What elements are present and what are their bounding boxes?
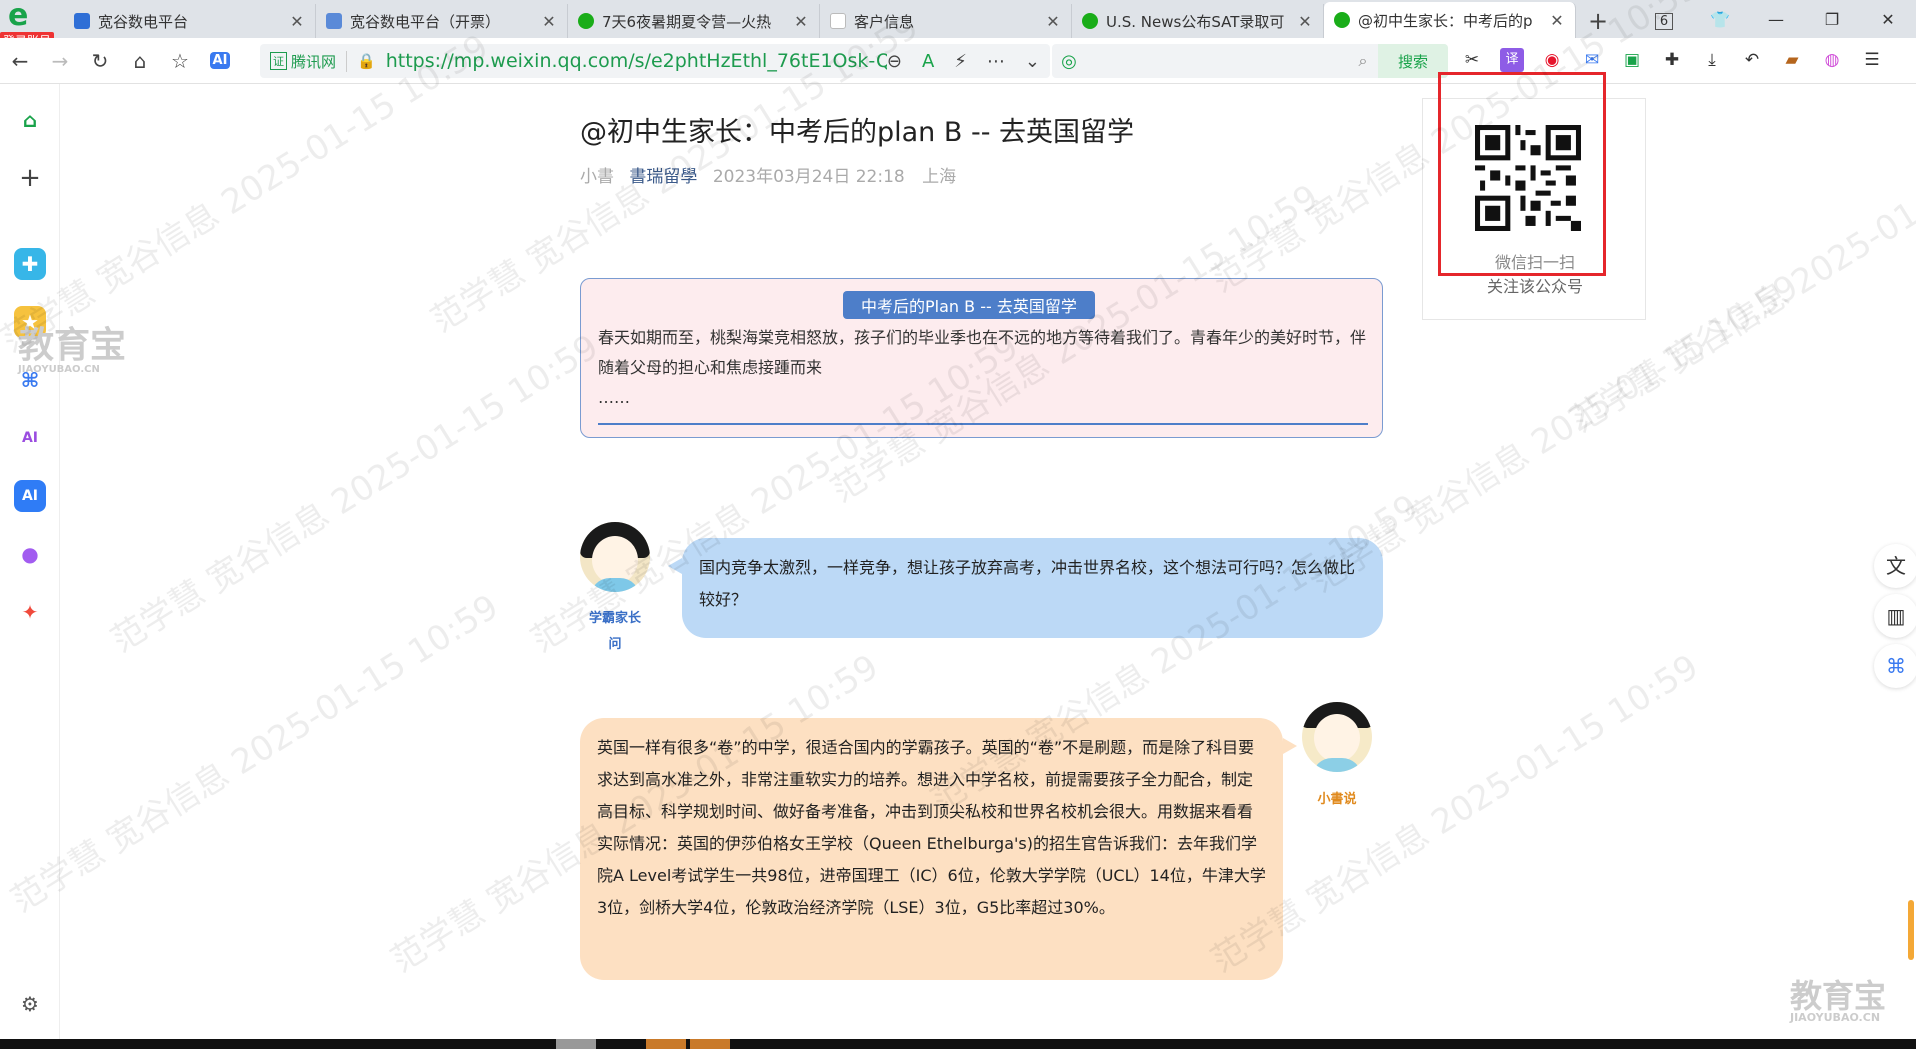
home-icon[interactable]: ⌂ bbox=[120, 49, 160, 73]
menu-icon[interactable]: ☰ bbox=[1860, 48, 1884, 72]
article-meta: 小書 書瑞留學 2023年03月24日 22:18 上海 bbox=[580, 162, 956, 187]
close-window-button[interactable]: ✕ bbox=[1860, 10, 1916, 29]
weibo-icon[interactable]: ◉ bbox=[1540, 48, 1564, 72]
author-name: 小書 bbox=[580, 167, 614, 187]
qr-code-icon[interactable] bbox=[1475, 125, 1581, 231]
read-aloud-icon[interactable]: A bbox=[922, 51, 934, 72]
avatar-xiaoshu bbox=[1302, 702, 1372, 772]
wechat-icon bbox=[1334, 12, 1350, 28]
scissors-icon[interactable]: ✂ bbox=[1460, 48, 1484, 72]
wechat-icon bbox=[1082, 13, 1098, 29]
divider bbox=[598, 423, 1368, 425]
ai-assistant-icon[interactable]: ◍ bbox=[1820, 48, 1844, 72]
favorites-icon[interactable]: ☆ bbox=[160, 49, 200, 73]
wechat-icon bbox=[578, 13, 594, 29]
verified-icon: 证 bbox=[270, 52, 287, 70]
tab-1[interactable]: 宽谷数电平台 ✕ bbox=[64, 4, 316, 38]
settings-gear-icon[interactable]: ⚙ bbox=[14, 988, 46, 1020]
search-icon[interactable]: ⌕ bbox=[1348, 51, 1378, 71]
tab-count-badge[interactable]: 6 bbox=[1636, 10, 1692, 30]
address-bar[interactable]: 证腾讯网 🔒 https://mp.weixin.qq.com/s/e2phtH… bbox=[260, 44, 1050, 78]
home-icon[interactable]: ⌂ bbox=[14, 104, 46, 136]
search-input[interactable] bbox=[1086, 46, 1348, 76]
network-tool-icon[interactable]: ⌘ bbox=[1874, 644, 1916, 688]
answer-bubble: 英国一样有很多“卷”的中学，很适合国内的学霸孩子。英国的“卷”不是刷题，而是除了… bbox=[580, 718, 1297, 980]
chatbot-icon[interactable]: ● bbox=[14, 538, 46, 570]
more-icon[interactable]: ⋯ bbox=[987, 51, 1005, 72]
briefcase-icon[interactable]: ▰ bbox=[1780, 48, 1804, 72]
intro-badge: 中考后的Plan B -- 去英国留学 bbox=[843, 291, 1095, 319]
article-title: @初中生家长：中考后的plan B -- 去英国留学 bbox=[580, 117, 1135, 148]
account-link[interactable]: 書瑞留學 bbox=[629, 167, 697, 187]
download-icon[interactable]: ⤓ bbox=[1700, 48, 1724, 72]
taskbar bbox=[0, 1039, 1916, 1049]
extensions-bar: ✂ 译 ◉ ✉ ▣ ✚ ⤓ ↶ ▰ ◍ ☰ bbox=[1460, 48, 1884, 72]
close-icon[interactable]: ✕ bbox=[793, 12, 809, 31]
add-icon[interactable]: + bbox=[14, 162, 46, 194]
ai-writing-icon[interactable]: AI bbox=[14, 422, 46, 454]
tab-6-active[interactable]: @初中生家长：中考后的p ✕ bbox=[1324, 2, 1576, 38]
page-icon bbox=[830, 13, 846, 29]
url-text[interactable]: https://mp.weixin.qq.com/s/e2phtHzEthl_7… bbox=[386, 50, 887, 72]
intro-ellipsis: …… bbox=[598, 388, 630, 407]
puzzle-icon[interactable]: ✚ bbox=[1660, 48, 1684, 72]
reload-icon[interactable]: ↻ bbox=[80, 49, 120, 73]
zoom-icon[interactable]: ⊖ bbox=[887, 51, 902, 72]
qr-follow-text: 关注该公众号 bbox=[1486, 277, 1583, 296]
cross-app-icon[interactable]: ✚ bbox=[14, 248, 46, 280]
restore-button[interactable]: ❐ bbox=[1804, 10, 1860, 29]
chevron-down-icon[interactable]: ⌄ bbox=[1025, 51, 1040, 72]
qr-code-panel: 微信扫一扫 关注该公众号 bbox=[1422, 98, 1646, 320]
browser-logo[interactable]: e 登录账号 bbox=[0, 0, 64, 50]
question-label: 学霸家长问 bbox=[588, 611, 641, 652]
scrollbar[interactable] bbox=[1908, 900, 1914, 960]
search-button[interactable]: 搜索 bbox=[1378, 44, 1448, 78]
mail-icon[interactable]: ✉ bbox=[1580, 48, 1604, 72]
lock-icon: 🔒 bbox=[357, 52, 376, 70]
close-icon[interactable]: ✕ bbox=[541, 12, 557, 31]
chart-icon bbox=[74, 13, 90, 29]
tab-5[interactable]: U.S. News公布SAT录取可 ✕ bbox=[1072, 4, 1324, 38]
close-icon[interactable]: ✕ bbox=[289, 12, 305, 31]
answer-label: 小書说 bbox=[1317, 792, 1357, 807]
game-controller-icon[interactable]: ✦ bbox=[14, 596, 46, 628]
article-content: @初中生家长：中考后的plan B -- 去英国留学 小書 書瑞留學 2023年… bbox=[60, 72, 1916, 1039]
tab-2[interactable]: 宽谷数电平台（开票） ✕ bbox=[316, 4, 568, 38]
certificate-label[interactable]: 证腾讯网 bbox=[270, 50, 348, 72]
ai-icon[interactable]: AI bbox=[14, 480, 46, 512]
search-engine-icon[interactable]: ◎ bbox=[1052, 51, 1086, 72]
intro-text: 春天如期而至，桃梨海棠竞相怒放，孩子们的毕业季也在不远的地方等待着我们了。青春年… bbox=[598, 328, 1367, 407]
close-icon[interactable]: ✕ bbox=[1045, 12, 1061, 31]
back-icon[interactable]: ← bbox=[0, 49, 40, 73]
qr-scan-text: 微信扫一扫 bbox=[1494, 253, 1575, 272]
question-bubble: 国内竞争太激烈，一样竞争，想让孩子放弃高考，冲击世界名校，这个想法可行吗？怎么做… bbox=[668, 538, 1383, 638]
forward-icon[interactable]: → bbox=[40, 49, 80, 73]
intro-card: 中考后的Plan B -- 去英国留学 春天如期而至，桃梨海棠竞相怒放，孩子们的… bbox=[580, 278, 1383, 438]
undo-icon[interactable]: ↶ bbox=[1740, 48, 1764, 72]
book-icon[interactable]: ▣ bbox=[1620, 48, 1644, 72]
lightning-icon[interactable]: ⚡ bbox=[954, 51, 967, 72]
tab-4[interactable]: 客户信息 ✕ bbox=[820, 4, 1072, 38]
document-icon bbox=[326, 13, 342, 29]
left-sidebar: ⌂ + ✚ ★ ⌘ AI AI ● ✦ ⚙ bbox=[0, 84, 60, 1039]
tab-bar: e 登录账号 宽谷数电平台 ✕ 宽谷数电平台（开票） ✕ 7天6夜暑期夏令营—火… bbox=[0, 0, 1916, 50]
reader-mode-icon[interactable]: ▥ bbox=[1874, 594, 1916, 638]
close-icon[interactable]: ✕ bbox=[1297, 12, 1313, 31]
jiaoyubao-corner-logo: 教育宝 JIAOYUBAO.CN bbox=[1790, 977, 1887, 1024]
translate-tool-icon[interactable]: 文 bbox=[1874, 544, 1916, 588]
new-tab-button[interactable]: + bbox=[1576, 4, 1620, 38]
publish-location: 上海 bbox=[922, 167, 957, 187]
browser-e-icon: e bbox=[8, 0, 29, 33]
publish-date: 2023年03月24日 22:18 bbox=[712, 167, 905, 187]
tab-3[interactable]: 7天6夜暑期夏令营—火热 ✕ bbox=[568, 4, 820, 38]
avatar-parent bbox=[580, 522, 650, 592]
close-icon[interactable]: ✕ bbox=[1549, 11, 1565, 30]
translate-icon[interactable]: 译 bbox=[1500, 48, 1524, 72]
ai-icon[interactable]: AI bbox=[200, 52, 240, 69]
minimize-button[interactable]: — bbox=[1748, 10, 1804, 29]
search-box: ◎ ⌕ 搜索 bbox=[1052, 44, 1448, 78]
toolbar: ← → ↻ ⌂ ☆ AI 证腾讯网 🔒 https://mp.weixin.qq… bbox=[0, 38, 1916, 84]
shirt-icon[interactable]: 👕 bbox=[1692, 10, 1748, 29]
